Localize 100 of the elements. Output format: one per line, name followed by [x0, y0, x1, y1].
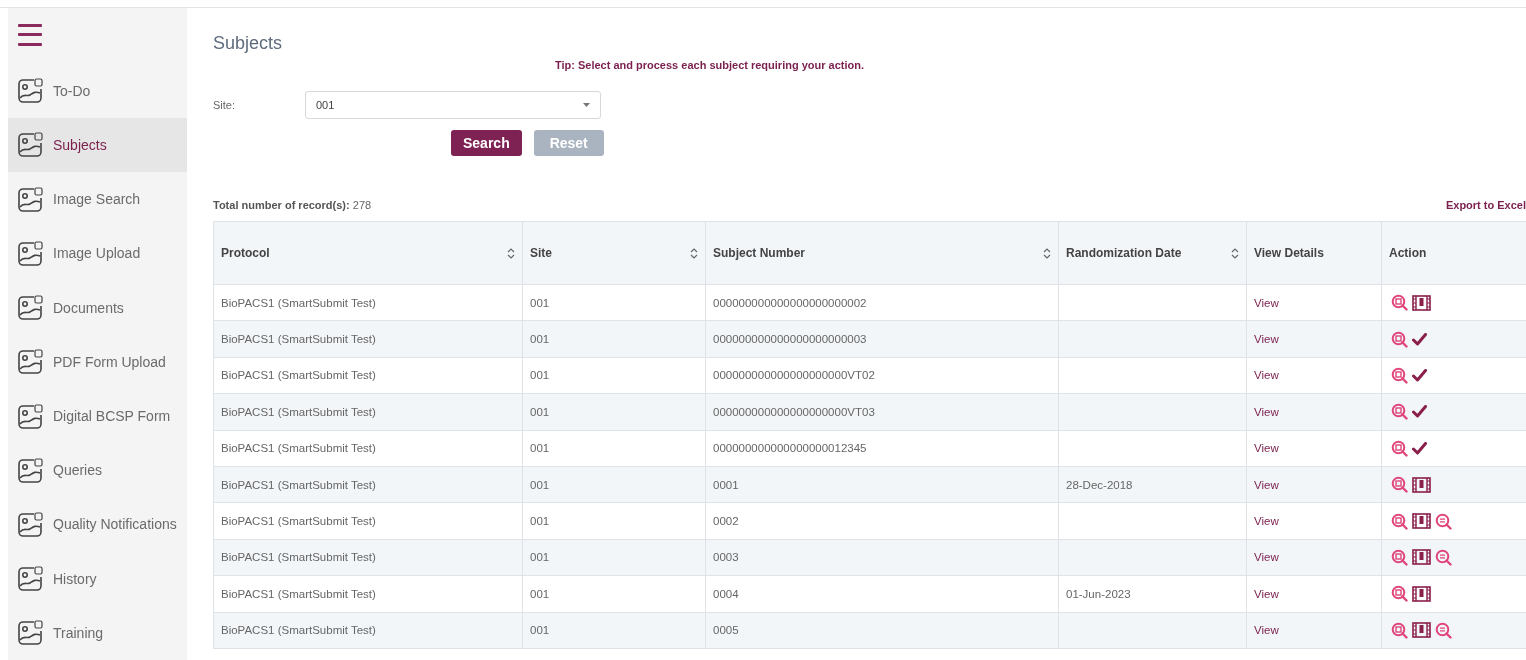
film-strip-icon[interactable] [1412, 513, 1431, 530]
picture-icon [17, 294, 44, 322]
sidebar-label: Image Search [53, 191, 141, 208]
picture-icon [17, 77, 44, 105]
column-header[interactable]: Site [522, 221, 706, 285]
sort-icon[interactable] [507, 247, 515, 259]
export-link[interactable]: Export to Excel [1445, 199, 1526, 211]
sidebar-item[interactable]: Quality Notifications [8, 497, 187, 552]
table-cell: 001 [522, 357, 706, 394]
check-icon[interactable] [1412, 405, 1427, 419]
film-strip-icon[interactable] [1412, 549, 1431, 566]
picture-icon [17, 619, 44, 647]
sidebar-label: History [53, 570, 97, 587]
table-cell: BioPACS1 (SmartSubmit Test) [213, 430, 523, 467]
table-cell: 001 [522, 393, 706, 431]
column-header: View Details [1246, 221, 1382, 285]
table-cell: BioPACS1 (SmartSubmit Test) [213, 284, 523, 321]
picture-icon [17, 456, 44, 484]
sort-icon[interactable] [1043, 247, 1051, 259]
film-search-icon[interactable] [1391, 548, 1408, 566]
sidebar-item[interactable]: Documents [8, 280, 187, 335]
film-strip-icon[interactable] [1412, 585, 1431, 602]
view-link[interactable]: View [1254, 405, 1279, 418]
table-cell: 001 [522, 539, 706, 576]
film-strip-icon[interactable] [1412, 476, 1431, 493]
film-search-icon[interactable] [1391, 585, 1408, 603]
table-cell: 0004 [705, 575, 1059, 612]
table-cell: 001 [522, 430, 706, 467]
film-search-icon[interactable] [1391, 621, 1408, 639]
table-cell: 0005 [705, 612, 1059, 649]
column-header[interactable]: Randomization Date [1058, 221, 1247, 285]
sidebar-label: PDF Form Upload [53, 353, 166, 370]
table-cell: BioPACS1 (SmartSubmit Test) [213, 466, 523, 503]
menu-button[interactable] [18, 24, 42, 46]
sidebar-item[interactable]: History [8, 551, 187, 606]
view-link[interactable]: View [1254, 333, 1279, 346]
view-link[interactable]: View [1254, 587, 1279, 600]
table-cell: 0002 [705, 502, 1059, 540]
sidebar-item[interactable]: Queries [8, 443, 187, 498]
record-count: Total number of record(s): 278 [213, 199, 372, 211]
check-icon[interactable] [1412, 441, 1427, 455]
view-link[interactable]: View [1254, 296, 1279, 309]
sidebar-label: Training [53, 624, 104, 641]
table-cell: 28-Dec-2018 [1058, 466, 1247, 503]
sidebar-label: Subjects [53, 136, 107, 153]
sidebar-item[interactable]: PDF Form Upload [8, 334, 187, 389]
table-cell: 001 [522, 284, 706, 321]
picture-icon [17, 185, 44, 213]
table-cell: BioPACS1 (SmartSubmit Test) [213, 612, 523, 649]
picture-icon [17, 131, 44, 159]
table-cell: 001 [522, 466, 706, 503]
film-search-icon[interactable] [1391, 366, 1408, 384]
column-header[interactable]: Protocol [213, 221, 523, 285]
picture-icon [17, 402, 44, 430]
table-cell: 000000000000000000000002 [705, 284, 1059, 321]
view-link[interactable]: View [1254, 478, 1279, 491]
table-cell: 0003 [705, 539, 1059, 576]
sidebar-item[interactable]: Training [8, 605, 187, 660]
comment-search-icon[interactable] [1435, 548, 1452, 566]
sort-icon[interactable] [690, 247, 698, 259]
sidebar-label: To-Do [53, 82, 91, 99]
sidebar-item[interactable]: Image Search [8, 171, 187, 227]
sidebar-item[interactable]: Digital BCSP Form [8, 388, 187, 444]
comment-search-icon[interactable] [1435, 512, 1452, 530]
table-cell: 001 [522, 612, 706, 649]
film-search-icon[interactable] [1391, 476, 1408, 494]
table-cell: 01-Jun-2023 [1058, 575, 1247, 612]
table-cell: BioPACS1 (SmartSubmit Test) [213, 320, 523, 358]
film-strip-icon[interactable] [1412, 622, 1431, 639]
sidebar-item[interactable]: To-Do [8, 63, 187, 118]
site-select[interactable]: 001 [305, 91, 601, 119]
picture-icon [17, 348, 44, 376]
sort-icon[interactable] [1231, 247, 1239, 259]
film-search-icon[interactable] [1391, 294, 1408, 312]
sidebar-label: Documents [53, 299, 124, 316]
film-search-icon[interactable] [1391, 330, 1408, 348]
view-link[interactable]: View [1254, 515, 1279, 528]
view-link[interactable]: View [1254, 442, 1279, 455]
comment-search-icon[interactable] [1435, 621, 1452, 639]
table-cell: BioPACS1 (SmartSubmit Test) [213, 393, 523, 431]
view-link[interactable]: View [1254, 369, 1279, 382]
search-button[interactable]: Search [451, 130, 522, 156]
film-search-icon[interactable] [1391, 439, 1408, 457]
table-cell: 001 [522, 575, 706, 612]
column-header[interactable]: Subject Number [705, 221, 1059, 285]
picture-icon [17, 239, 44, 267]
sidebar-label: Image Upload [53, 245, 141, 262]
sidebar-item[interactable]: Subjects [8, 117, 187, 172]
view-link[interactable]: View [1254, 624, 1279, 637]
check-icon[interactable] [1412, 332, 1427, 346]
view-link[interactable]: View [1254, 551, 1279, 564]
film-search-icon[interactable] [1391, 403, 1408, 421]
table-cell: 001 [522, 502, 706, 540]
check-icon[interactable] [1412, 368, 1427, 382]
film-search-icon[interactable] [1391, 512, 1408, 530]
table-cell: 000000000000000000000003 [705, 320, 1059, 358]
page-title: Subjects [213, 33, 284, 54]
sidebar-item[interactable]: Image Upload [8, 226, 187, 281]
film-strip-icon[interactable] [1412, 294, 1431, 311]
table-cell: 0001 [705, 466, 1059, 503]
